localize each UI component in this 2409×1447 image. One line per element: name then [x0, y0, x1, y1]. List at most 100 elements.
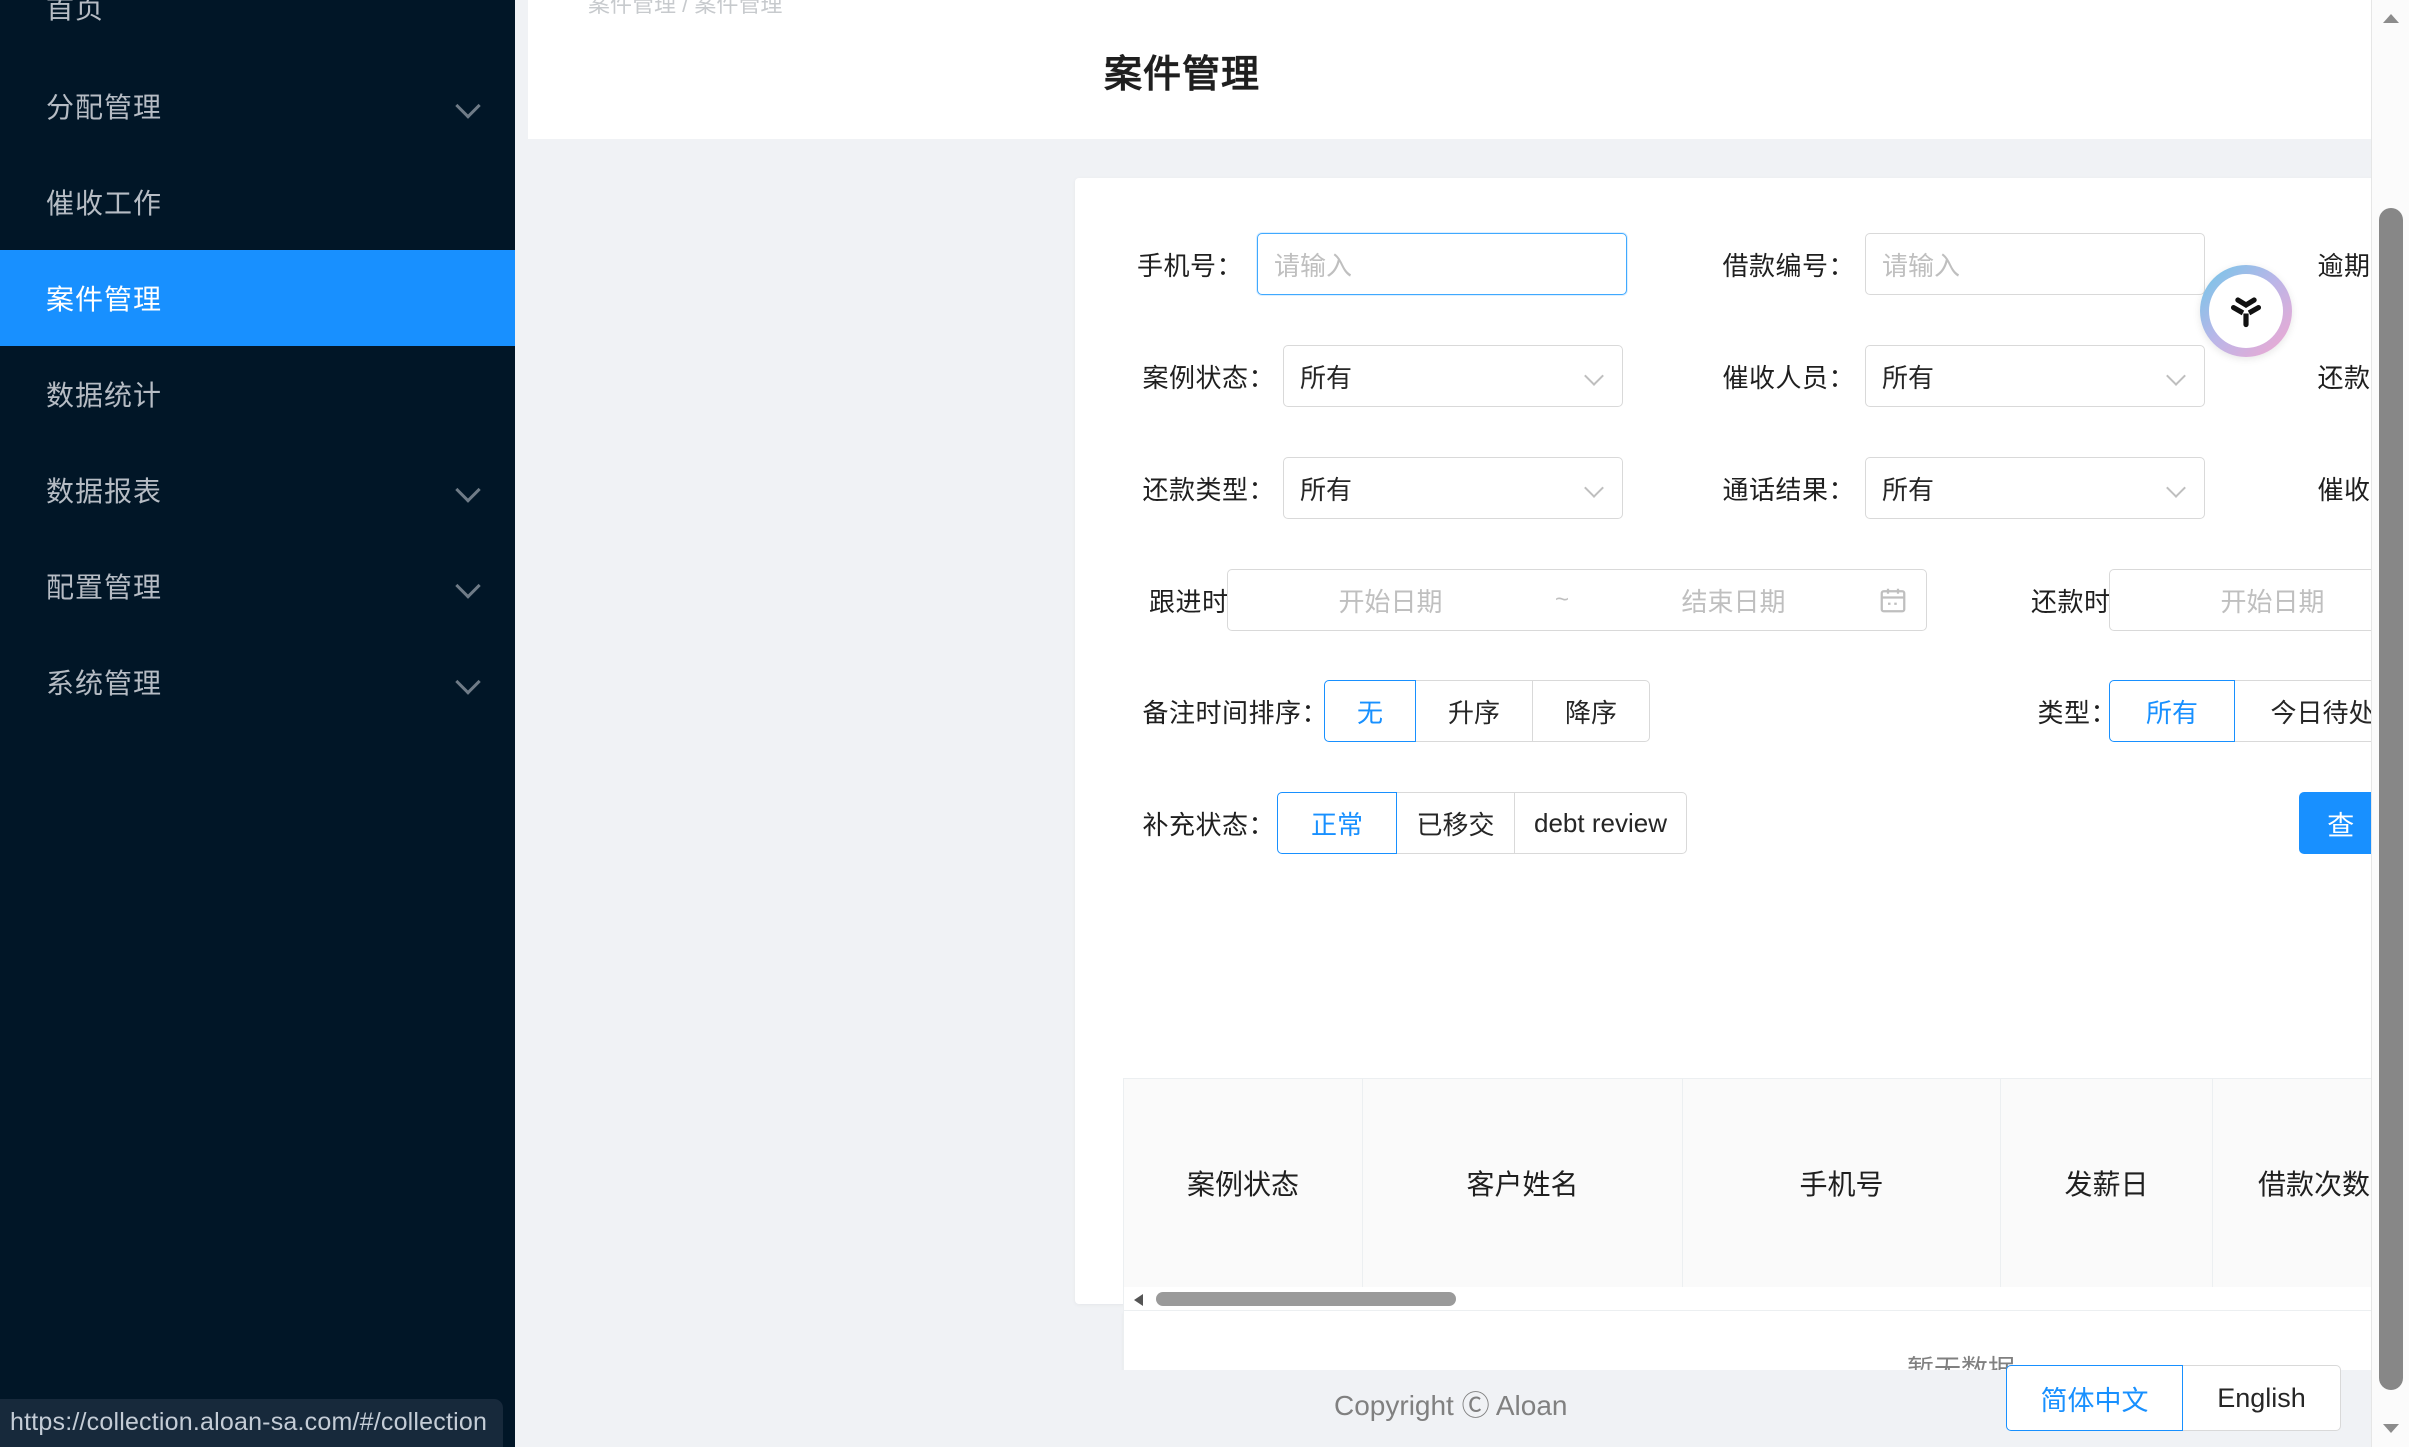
- chevron-down-icon: [2166, 477, 2188, 499]
- input-placeholder: 请输入: [1882, 250, 1961, 281]
- scroll-up-icon[interactable]: [2372, 0, 2409, 38]
- page-header: 案件管理 / 案件管理 案件管理: [528, 0, 2371, 139]
- select-value: 所有: [1300, 362, 1353, 393]
- table-header-payday[interactable]: 发薪日: [2001, 1079, 2213, 1287]
- filter-field-collector: 催收人员： 所有: [1705, 345, 2205, 407]
- main-content: 案件管理 / 案件管理 案件管理 手机号： 请输入 借款编号： 请输入 逾期 案…: [515, 0, 2409, 1447]
- case-management-panel: 手机号： 请输入 借款编号： 请输入 逾期阶段： 所有: [1075, 178, 2409, 1425]
- breadcrumb: 案件管理 / 案件管理: [588, 0, 783, 17]
- table-header-phone[interactable]: 手机号: [1683, 1079, 2001, 1287]
- search-input-phone[interactable]: 请输入: [1257, 233, 1627, 295]
- sidebar-item-label: 分配管理: [46, 92, 163, 123]
- filter-field-case-status: 案例状态： 所有: [1123, 345, 1623, 407]
- table-header-customer-name[interactable]: 客户姓名: [1363, 1079, 1683, 1287]
- sidebar-item-label: 数据报表: [46, 476, 163, 507]
- chevron-down-icon: [1584, 477, 1606, 499]
- select-collector[interactable]: 所有: [1865, 345, 2205, 407]
- radio-remark-sort-desc[interactable]: 降序: [1533, 680, 1650, 742]
- sidebar-item-config-management[interactable]: 配置管理: [0, 538, 515, 634]
- chevron-down-icon: [456, 573, 482, 599]
- sidebar-item-home[interactable]: 首页: [0, 0, 515, 58]
- scroll-left-icon[interactable]: [1128, 1287, 1152, 1311]
- select-call-result[interactable]: 所有: [1865, 457, 2205, 519]
- vertical-scrollbar-thumb[interactable]: [2379, 208, 2403, 1390]
- radio-supplement-transferred[interactable]: 已移交: [1397, 792, 1515, 854]
- chevron-down-icon: [456, 477, 482, 503]
- filter-field-repay-time: 还款时间 开始日期 ~ 结束日期: [2005, 569, 2409, 631]
- filter-field-follow-time: 跟进时间 开始日期 ~ 结束日期: [1123, 569, 1927, 631]
- sidebar-item-collection-work[interactable]: 催收工作: [0, 154, 515, 250]
- filter-field-supplement-status: 补充状态： 正常 已移交 debt review: [1123, 792, 1687, 854]
- sidebar-item-label: 催收工作: [46, 188, 163, 219]
- scrollbar-track[interactable]: [1152, 1291, 2409, 1306]
- filter-label: 催收人员：: [1722, 362, 1855, 393]
- browser-status-url: https://collection.aloan-sa.com/#/collec…: [0, 1399, 504, 1447]
- app-root: 首页 分配管理 催收工作 案件管理 数据统计 数据报表 配置管理 系统管理 ht…: [0, 0, 2409, 1447]
- date-range-repay-time[interactable]: 开始日期 ~ 结束日期: [2109, 569, 2409, 631]
- date-range-separator: ~: [1554, 586, 1569, 613]
- sidebar-item-label: 首页: [46, 0, 105, 24]
- chevron-down-icon: [1584, 365, 1606, 387]
- input-placeholder: 请输入: [1274, 250, 1353, 281]
- table-horizontal-scrollbar[interactable]: [1123, 1287, 2409, 1311]
- sidebar-item-data-statistics[interactable]: 数据统计: [0, 346, 515, 442]
- filter-field-phone: 手机号： 请输入: [1123, 233, 1627, 295]
- radio-remark-sort-asc[interactable]: 升序: [1416, 680, 1533, 742]
- calendar-icon: [1878, 584, 1908, 616]
- radio-group-remark-sort: 无 升序 降序: [1324, 680, 1650, 742]
- select-value: 所有: [1300, 474, 1353, 505]
- date-start-placeholder: 开始日期: [1338, 586, 1443, 617]
- table-header-case-status[interactable]: 案例状态: [1124, 1079, 1363, 1287]
- language-option-english[interactable]: English: [2183, 1365, 2341, 1431]
- sidebar: 首页 分配管理 催收工作 案件管理 数据统计 数据报表 配置管理 系统管理 ht…: [0, 0, 515, 1447]
- scroll-down-icon[interactable]: [2372, 1409, 2409, 1447]
- select-case-status[interactable]: 所有: [1283, 345, 1623, 407]
- filter-field-repay-type: 还款类型： 所有: [1123, 457, 1623, 519]
- sidebar-item-system-management[interactable]: 系统管理: [0, 634, 515, 730]
- assistant-floating-button[interactable]: [2200, 265, 2292, 357]
- sidebar-item-allocation[interactable]: 分配管理: [0, 58, 515, 154]
- sidebar-item-label: 案件管理: [46, 284, 163, 315]
- chevron-down-icon: [456, 93, 482, 119]
- chevron-down-icon: [2166, 365, 2188, 387]
- language-option-chinese[interactable]: 简体中文: [2006, 1365, 2183, 1431]
- radio-remark-sort-none[interactable]: 无: [1324, 680, 1416, 742]
- filter-label: 类型：: [2037, 697, 2117, 728]
- filter-label: 补充状态：: [1142, 809, 1275, 840]
- select-repay-type[interactable]: 所有: [1283, 457, 1623, 519]
- browser-vertical-scrollbar[interactable]: [2371, 0, 2409, 1447]
- table-header-row: 案例状态 客户姓名 手机号 发薪日 借款次数 借款编号: [1123, 1078, 2409, 1287]
- select-value: 所有: [1882, 362, 1935, 393]
- filter-label: 借款编号：: [1722, 250, 1855, 281]
- filter-field-call-result: 通话结果： 所有: [1705, 457, 2205, 519]
- chevron-down-icon: [456, 669, 482, 695]
- language-switcher: 简体中文 English: [2006, 1365, 2341, 1431]
- date-end-placeholder: 结束日期: [1681, 586, 1786, 617]
- scrollbar-thumb[interactable]: [1156, 1291, 1456, 1306]
- filter-field-remark-sort: 备注时间排序： 无 升序 降序: [1123, 680, 1650, 742]
- filter-label: 通话结果：: [1722, 474, 1855, 505]
- sidebar-item-label: 配置管理: [46, 572, 163, 603]
- copyright-text: Copyright Ⓒ Aloan: [1334, 1390, 1568, 1421]
- filter-label: 还款类型：: [1142, 474, 1275, 505]
- filter-field-loan-no: 借款编号： 请输入: [1705, 233, 2205, 295]
- sidebar-item-data-reports[interactable]: 数据报表: [0, 442, 515, 538]
- page-title: 案件管理: [1104, 54, 1261, 96]
- assistant-logo-icon: [2209, 274, 2283, 348]
- filter-label: 备注时间排序：: [1142, 697, 1328, 728]
- filter-label: 手机号：: [1136, 250, 1243, 281]
- radio-supplement-debt-review[interactable]: debt review: [1515, 792, 1687, 854]
- date-range-follow-time[interactable]: 开始日期 ~ 结束日期: [1227, 569, 1927, 631]
- search-input-loan-no[interactable]: 请输入: [1865, 233, 2205, 295]
- date-start-placeholder: 开始日期: [2220, 586, 2325, 617]
- sidebar-item-label: 系统管理: [46, 668, 163, 699]
- sidebar-item-label: 数据统计: [46, 380, 163, 411]
- radio-type-all[interactable]: 所有: [2109, 680, 2235, 742]
- radio-group-type: 所有 今日待处理 历史待处理: [2109, 680, 2409, 742]
- radio-group-supplement-status: 正常 已移交 debt review: [1277, 792, 1687, 854]
- page-footer: Copyright Ⓒ Aloan 简体中文 English: [515, 1365, 2371, 1447]
- radio-supplement-normal[interactable]: 正常: [1277, 792, 1397, 854]
- sidebar-item-case-management[interactable]: 案件管理: [0, 250, 515, 346]
- filter-field-type: 类型： 所有 今日待处理 历史待处理: [2005, 680, 2409, 742]
- filter-label: 案例状态：: [1142, 362, 1275, 393]
